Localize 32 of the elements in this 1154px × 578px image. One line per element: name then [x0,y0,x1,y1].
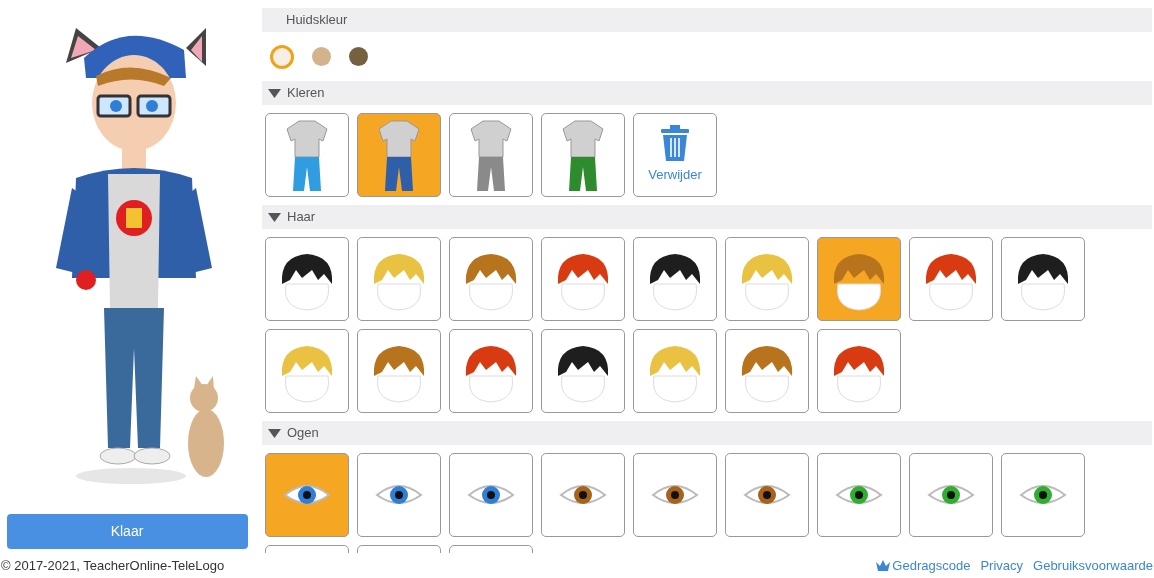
footer-link[interactable]: Gebruiksvoorwaarde [1033,555,1153,576]
eyes-option[interactable] [817,453,901,537]
crown-icon [876,560,891,571]
hair-option[interactable] [541,329,625,413]
section-header[interactable]: Haar [262,205,1152,229]
clothes-option[interactable] [449,113,533,197]
skin-tone-swatch[interactable] [270,44,294,69]
hair-option[interactable] [1001,237,1085,321]
copyright-text: © 2017-2021, TeacherOnline-TeleLogo [1,556,225,575]
section-header[interactable]: Ogen [262,421,1152,445]
eyes-option[interactable] [449,453,533,537]
eyes-option[interactable] [633,453,717,537]
clothes-option[interactable] [265,113,349,197]
hair-option[interactable] [633,237,717,321]
eyes-option[interactable] [725,453,809,537]
eyes-option[interactable] [541,453,625,537]
clothes-option[interactable] [541,113,625,197]
remove-button[interactable]: Verwijder [633,113,717,197]
trash-icon [661,125,689,162]
hair-option[interactable] [265,237,349,321]
eyes-option[interactable] [357,453,441,537]
skin-tone-swatch[interactable] [312,47,331,66]
footer-link[interactable]: Privacy [980,555,1024,576]
eyes-option[interactable] [909,453,993,537]
section-header[interactable]: Kleren [262,81,1152,105]
clothes-option[interactable] [357,113,441,197]
eyes-option[interactable] [265,453,349,537]
eyes-option[interactable] [1001,453,1085,537]
done-button[interactable]: Klaar [6,514,248,549]
section-header[interactable]: Huidskleur [262,8,1152,32]
footer-link[interactable]: Gedragscode [876,555,971,576]
skin-tone-swatch[interactable] [349,47,368,66]
